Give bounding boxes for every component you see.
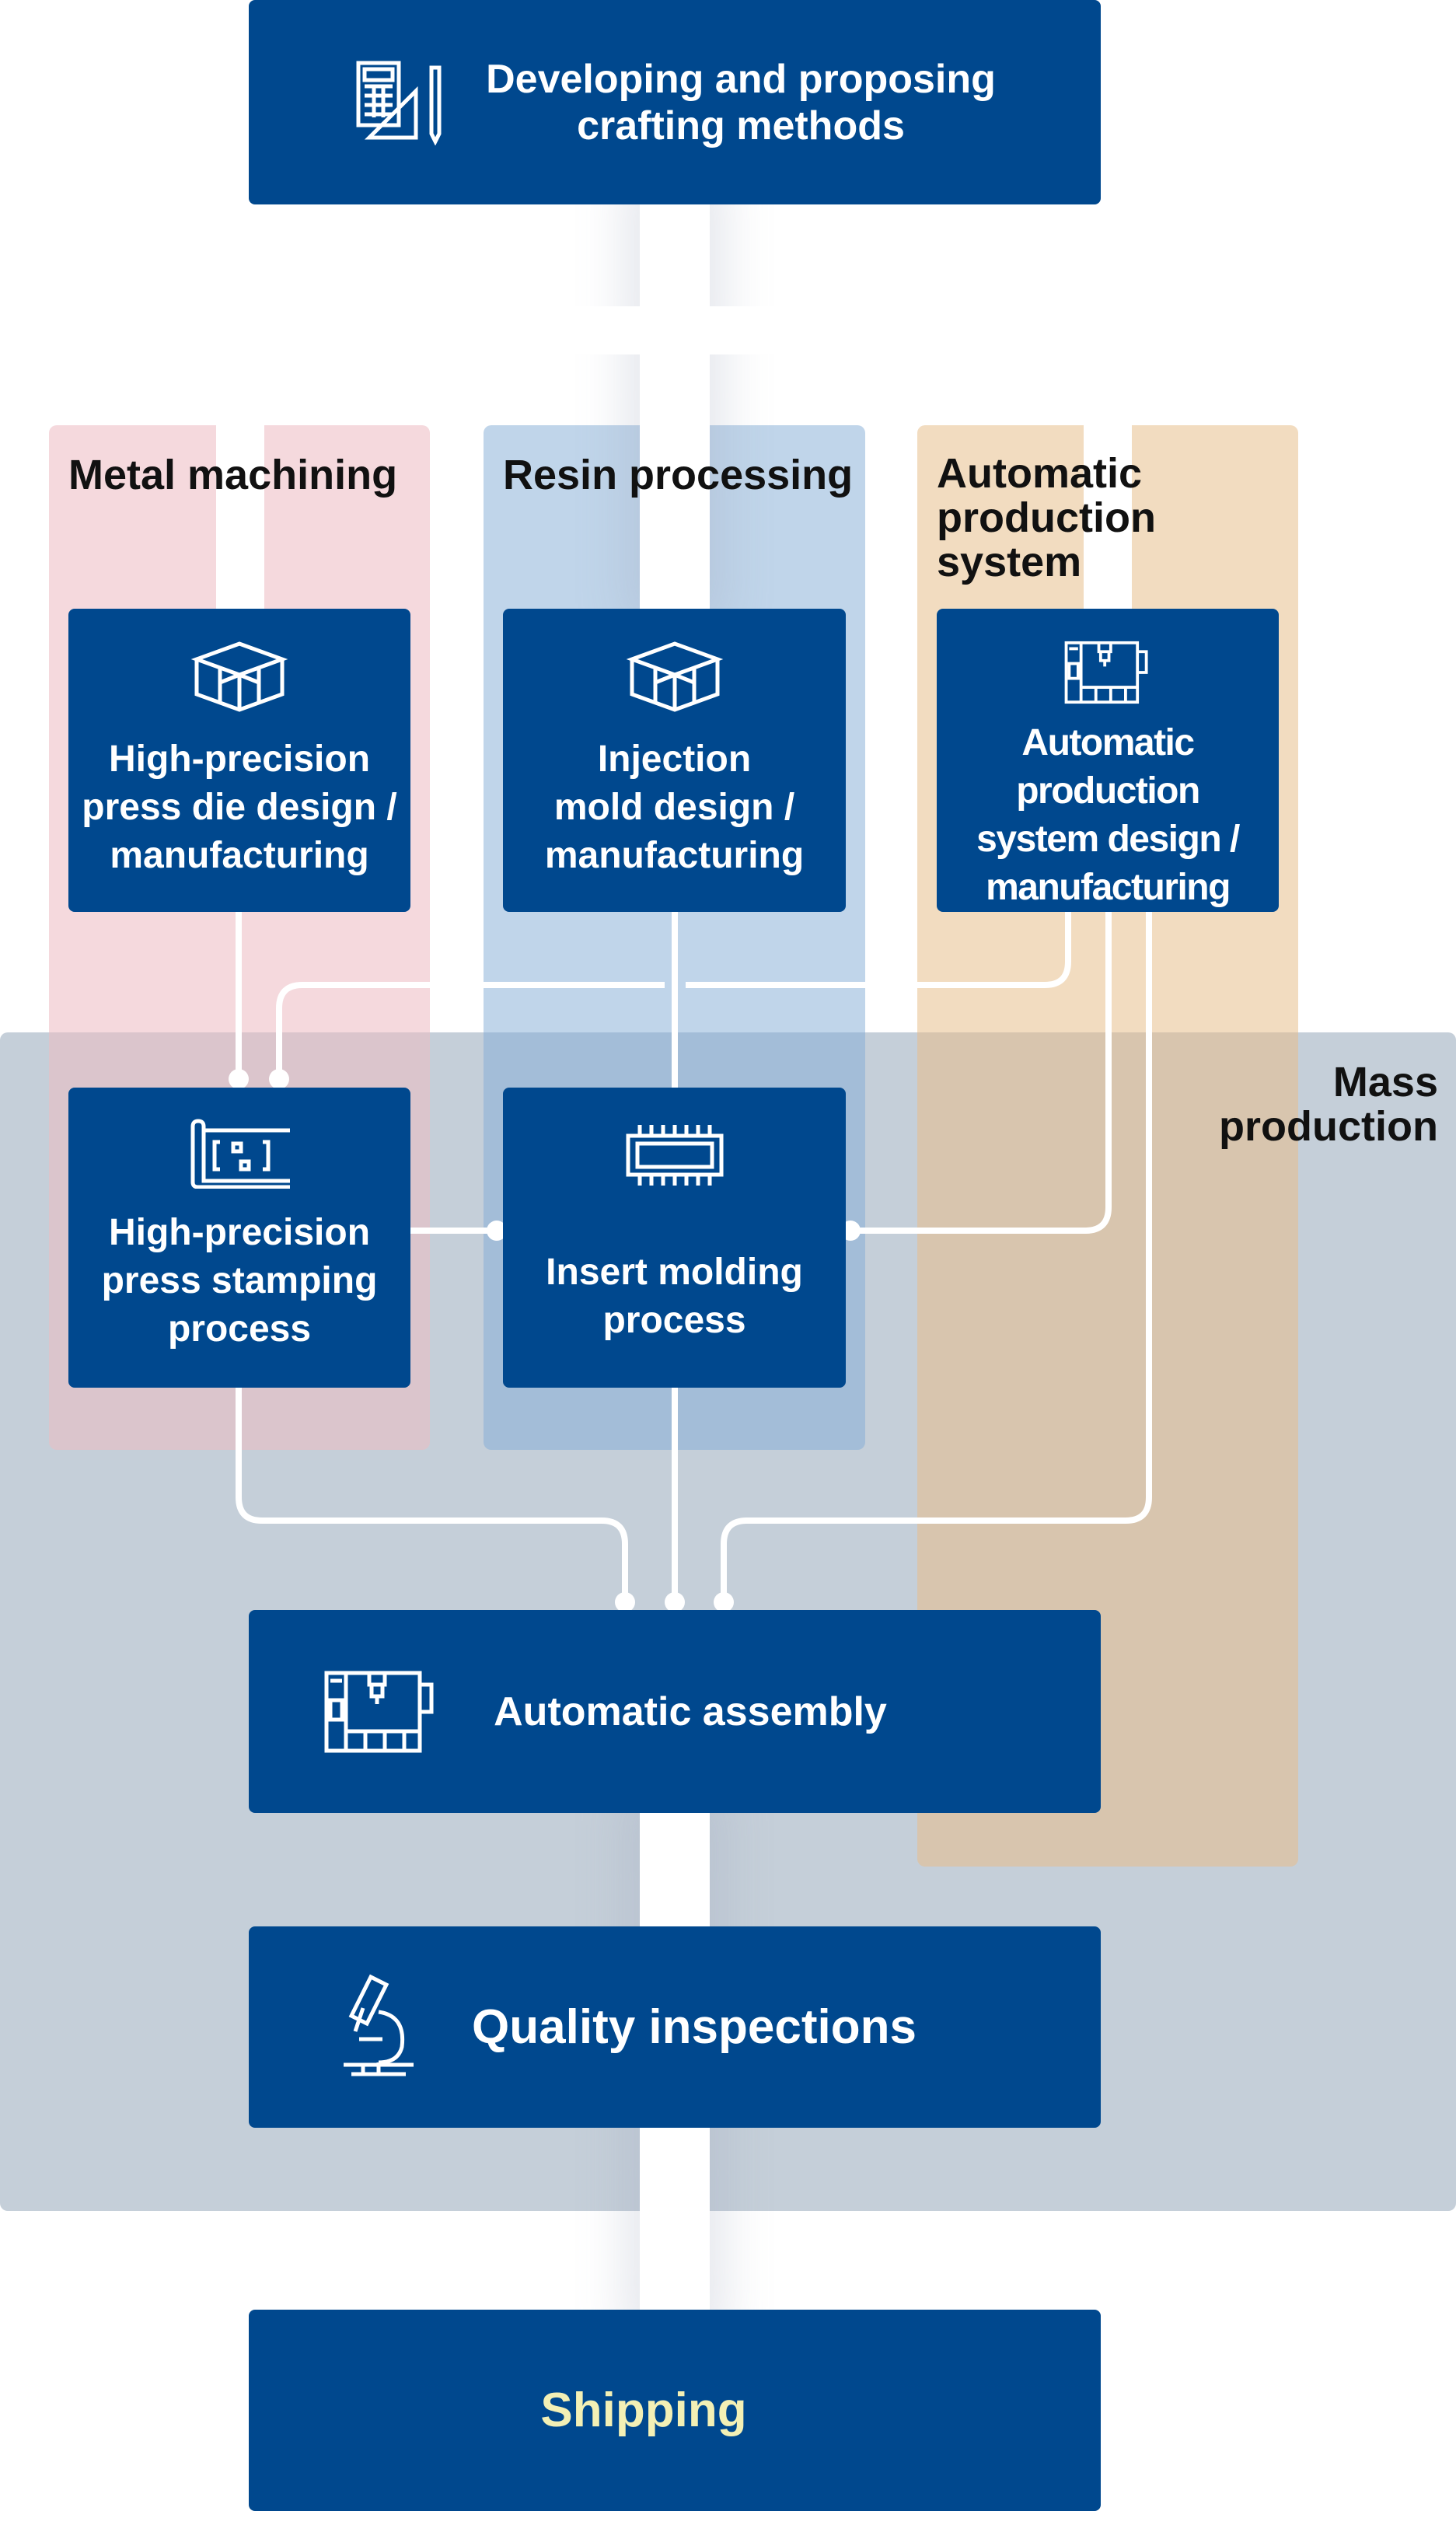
automatic-assembly-label: Automatic assembly [494,1689,887,1734]
mold-block-icon [626,641,723,712]
label-line: Insert molding [546,1252,803,1293]
label-line: press die design / [82,787,397,828]
press-die-design-box: High-precision press die design / manufa… [68,609,410,912]
label-line: Automatic production [1016,722,1200,812]
label-line: system design / [976,819,1240,860]
label-line: manufacturing [110,835,369,876]
calculator-ruler-pencil-icon [356,61,442,145]
auto-system-design-box: Automatic production system design / man… [937,609,1279,912]
automated-machine-icon [324,1671,434,1752]
quality-inspections-label: Quality inspections [472,1999,917,2054]
quality-inspections-box: Quality inspections [249,1926,1101,2128]
connector-dot [269,1069,289,1089]
label-line: Developing and proposing [486,56,996,102]
connector-stamping-to-assembly [236,1386,628,1602]
microscope-icon [344,1974,414,2076]
label-line: crafting methods [577,103,905,148]
label-line: Injection [597,739,752,780]
automated-machine-icon [1064,641,1148,704]
label-line: High-precision [108,1212,371,1253]
label-line: mold design / [553,787,795,828]
label-line: manufacturing [986,867,1231,908]
shipping-box: Shipping [249,2310,1101,2511]
label-line: process [602,1300,746,1341]
insert-molding-box: Insert molding process [503,1088,846,1388]
blueprint-icon [190,1119,290,1189]
mold-block-icon [190,641,288,712]
label-line: press stamping [101,1260,378,1301]
press-stamping-box: High-precision press stamping process [68,1088,410,1388]
automatic-assembly-box: Automatic assembly [249,1610,1101,1813]
label-line: High-precision [108,739,371,780]
connector-dot [229,1069,249,1089]
chip-icon [626,1125,723,1186]
label-line: process [167,1308,312,1350]
shipping-label: Shipping [540,2383,747,2437]
label-line: manufacturing [544,835,805,876]
injection-mold-design-box: Injection mold design / manufacturing [503,609,846,912]
developing-methods-box: Developing and proposing crafting method… [249,0,1101,204]
